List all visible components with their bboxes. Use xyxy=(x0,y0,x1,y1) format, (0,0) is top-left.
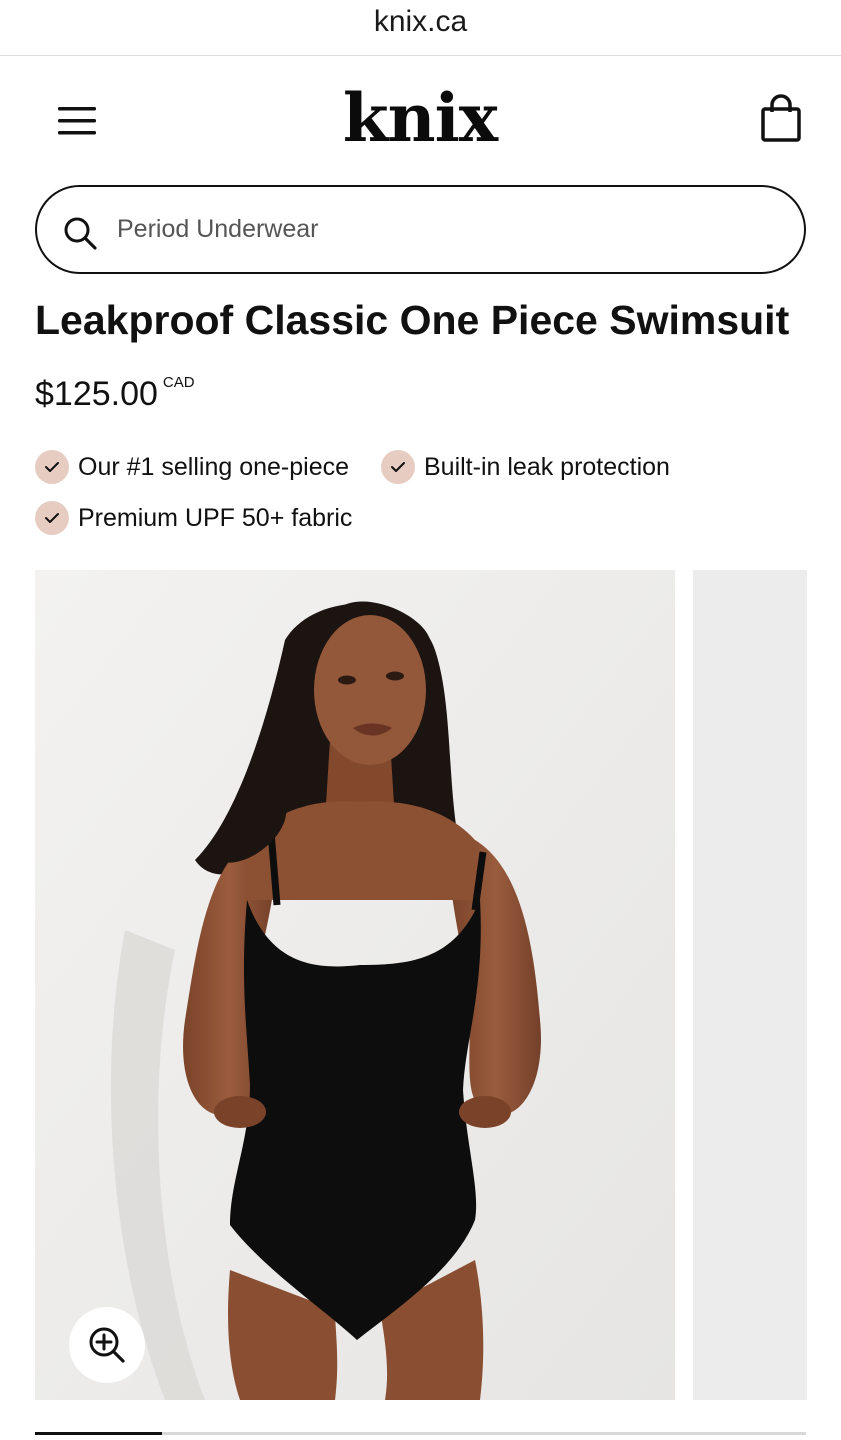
shopping-bag-icon xyxy=(761,94,801,142)
next-product-image[interactable] xyxy=(693,570,807,1400)
product-title: Leakproof Classic One Piece Swimsuit xyxy=(35,297,790,343)
currency-code: CAD xyxy=(162,374,195,391)
cart-button[interactable] xyxy=(758,94,804,144)
gallery-progress-fill xyxy=(35,1432,163,1435)
feature-item: Premium UPF 50+ fabric xyxy=(35,501,352,535)
hamburger-menu-icon xyxy=(58,107,96,135)
zoom-button[interactable] xyxy=(69,1307,145,1383)
feature-label: Built-in leak protection xyxy=(424,452,670,481)
search-icon[interactable] xyxy=(62,215,98,251)
feature-label: Our #1 selling one-piece xyxy=(78,452,349,481)
brand-logo[interactable]: knix xyxy=(330,78,510,158)
feature-item: Our #1 selling one-piece xyxy=(35,450,349,484)
search-bar[interactable] xyxy=(35,185,806,274)
browser-url-bar[interactable]: knix.ca xyxy=(0,0,841,56)
model-photo xyxy=(35,570,675,1400)
menu-button[interactable] xyxy=(56,104,98,138)
check-icon xyxy=(35,501,69,535)
feature-item: Built-in leak protection xyxy=(381,450,670,484)
price-row: $125.00 CAD xyxy=(35,372,195,418)
url-text[interactable]: knix.ca xyxy=(374,4,467,40)
gallery-progress-track xyxy=(35,1432,806,1435)
zoom-in-icon xyxy=(89,1327,125,1363)
product-image[interactable] xyxy=(35,570,675,1400)
check-icon xyxy=(35,450,69,484)
check-icon xyxy=(381,450,415,484)
product-price: $125.00 xyxy=(35,375,158,413)
search-input[interactable] xyxy=(117,207,757,251)
feature-label: Premium UPF 50+ fabric xyxy=(78,503,353,532)
